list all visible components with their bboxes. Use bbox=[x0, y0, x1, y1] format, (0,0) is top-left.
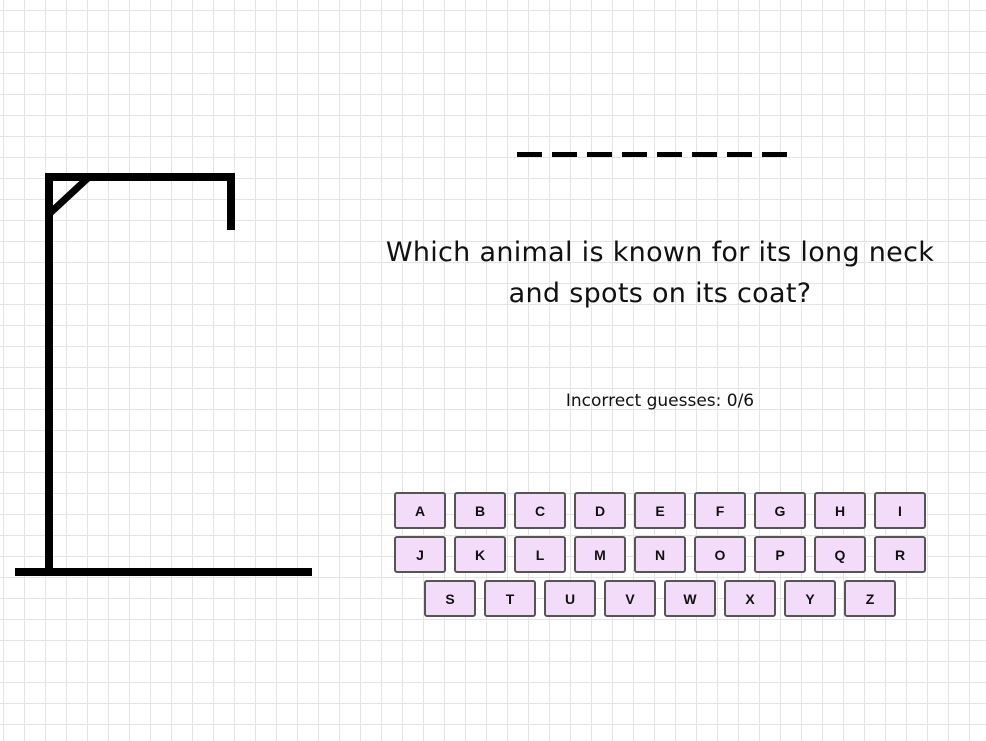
letter-key-g[interactable]: G bbox=[754, 492, 806, 529]
letter-key-q[interactable]: Q bbox=[814, 536, 866, 573]
letter-blank bbox=[727, 152, 752, 157]
letter-key-h[interactable]: H bbox=[814, 492, 866, 529]
letter-key-o[interactable]: O bbox=[694, 536, 746, 573]
letter-key-z[interactable]: Z bbox=[844, 580, 896, 617]
letter-key-k[interactable]: K bbox=[454, 536, 506, 573]
letter-key-x[interactable]: X bbox=[724, 580, 776, 617]
letter-key-w[interactable]: W bbox=[664, 580, 716, 617]
letter-key-d[interactable]: D bbox=[574, 492, 626, 529]
letter-blank bbox=[587, 152, 612, 157]
letter-blank bbox=[552, 152, 577, 157]
letter-key-e[interactable]: E bbox=[634, 492, 686, 529]
word-blanks bbox=[517, 152, 787, 157]
letter-key-i[interactable]: I bbox=[874, 492, 926, 529]
gallows-drawing bbox=[0, 0, 340, 741]
letter-key-a[interactable]: A bbox=[394, 492, 446, 529]
letter-blank bbox=[517, 152, 542, 157]
keyboard-row: STUVWXYZ bbox=[380, 580, 940, 617]
question-text: Which animal is known for its long neck … bbox=[385, 237, 935, 309]
letter-key-f[interactable]: F bbox=[694, 492, 746, 529]
letter-blank bbox=[657, 152, 682, 157]
letter-keyboard: ABCDEFGHI JKLMNOPQR STUVWXYZ bbox=[380, 492, 940, 624]
letter-key-l[interactable]: L bbox=[514, 536, 566, 573]
letter-key-v[interactable]: V bbox=[604, 580, 656, 617]
letter-blank bbox=[692, 152, 717, 157]
letter-key-c[interactable]: C bbox=[514, 492, 566, 529]
keyboard-row: ABCDEFGHI bbox=[380, 492, 940, 529]
letter-key-y[interactable]: Y bbox=[784, 580, 836, 617]
letter-key-t[interactable]: T bbox=[484, 580, 536, 617]
keyboard-row: JKLMNOPQR bbox=[380, 536, 940, 573]
letter-key-j[interactable]: J bbox=[394, 536, 446, 573]
letter-key-n[interactable]: N bbox=[634, 536, 686, 573]
letter-key-p[interactable]: P bbox=[754, 536, 806, 573]
letter-key-b[interactable]: B bbox=[454, 492, 506, 529]
gallows-brace bbox=[46, 174, 92, 217]
letter-key-m[interactable]: M bbox=[574, 536, 626, 573]
letter-blank bbox=[762, 152, 787, 157]
incorrect-guesses-counter: Incorrect guesses: 0/6 bbox=[565, 391, 755, 411]
letter-blank bbox=[622, 152, 647, 157]
letter-key-u[interactable]: U bbox=[544, 580, 596, 617]
letter-key-r[interactable]: R bbox=[874, 536, 926, 573]
letter-key-s[interactable]: S bbox=[424, 580, 476, 617]
